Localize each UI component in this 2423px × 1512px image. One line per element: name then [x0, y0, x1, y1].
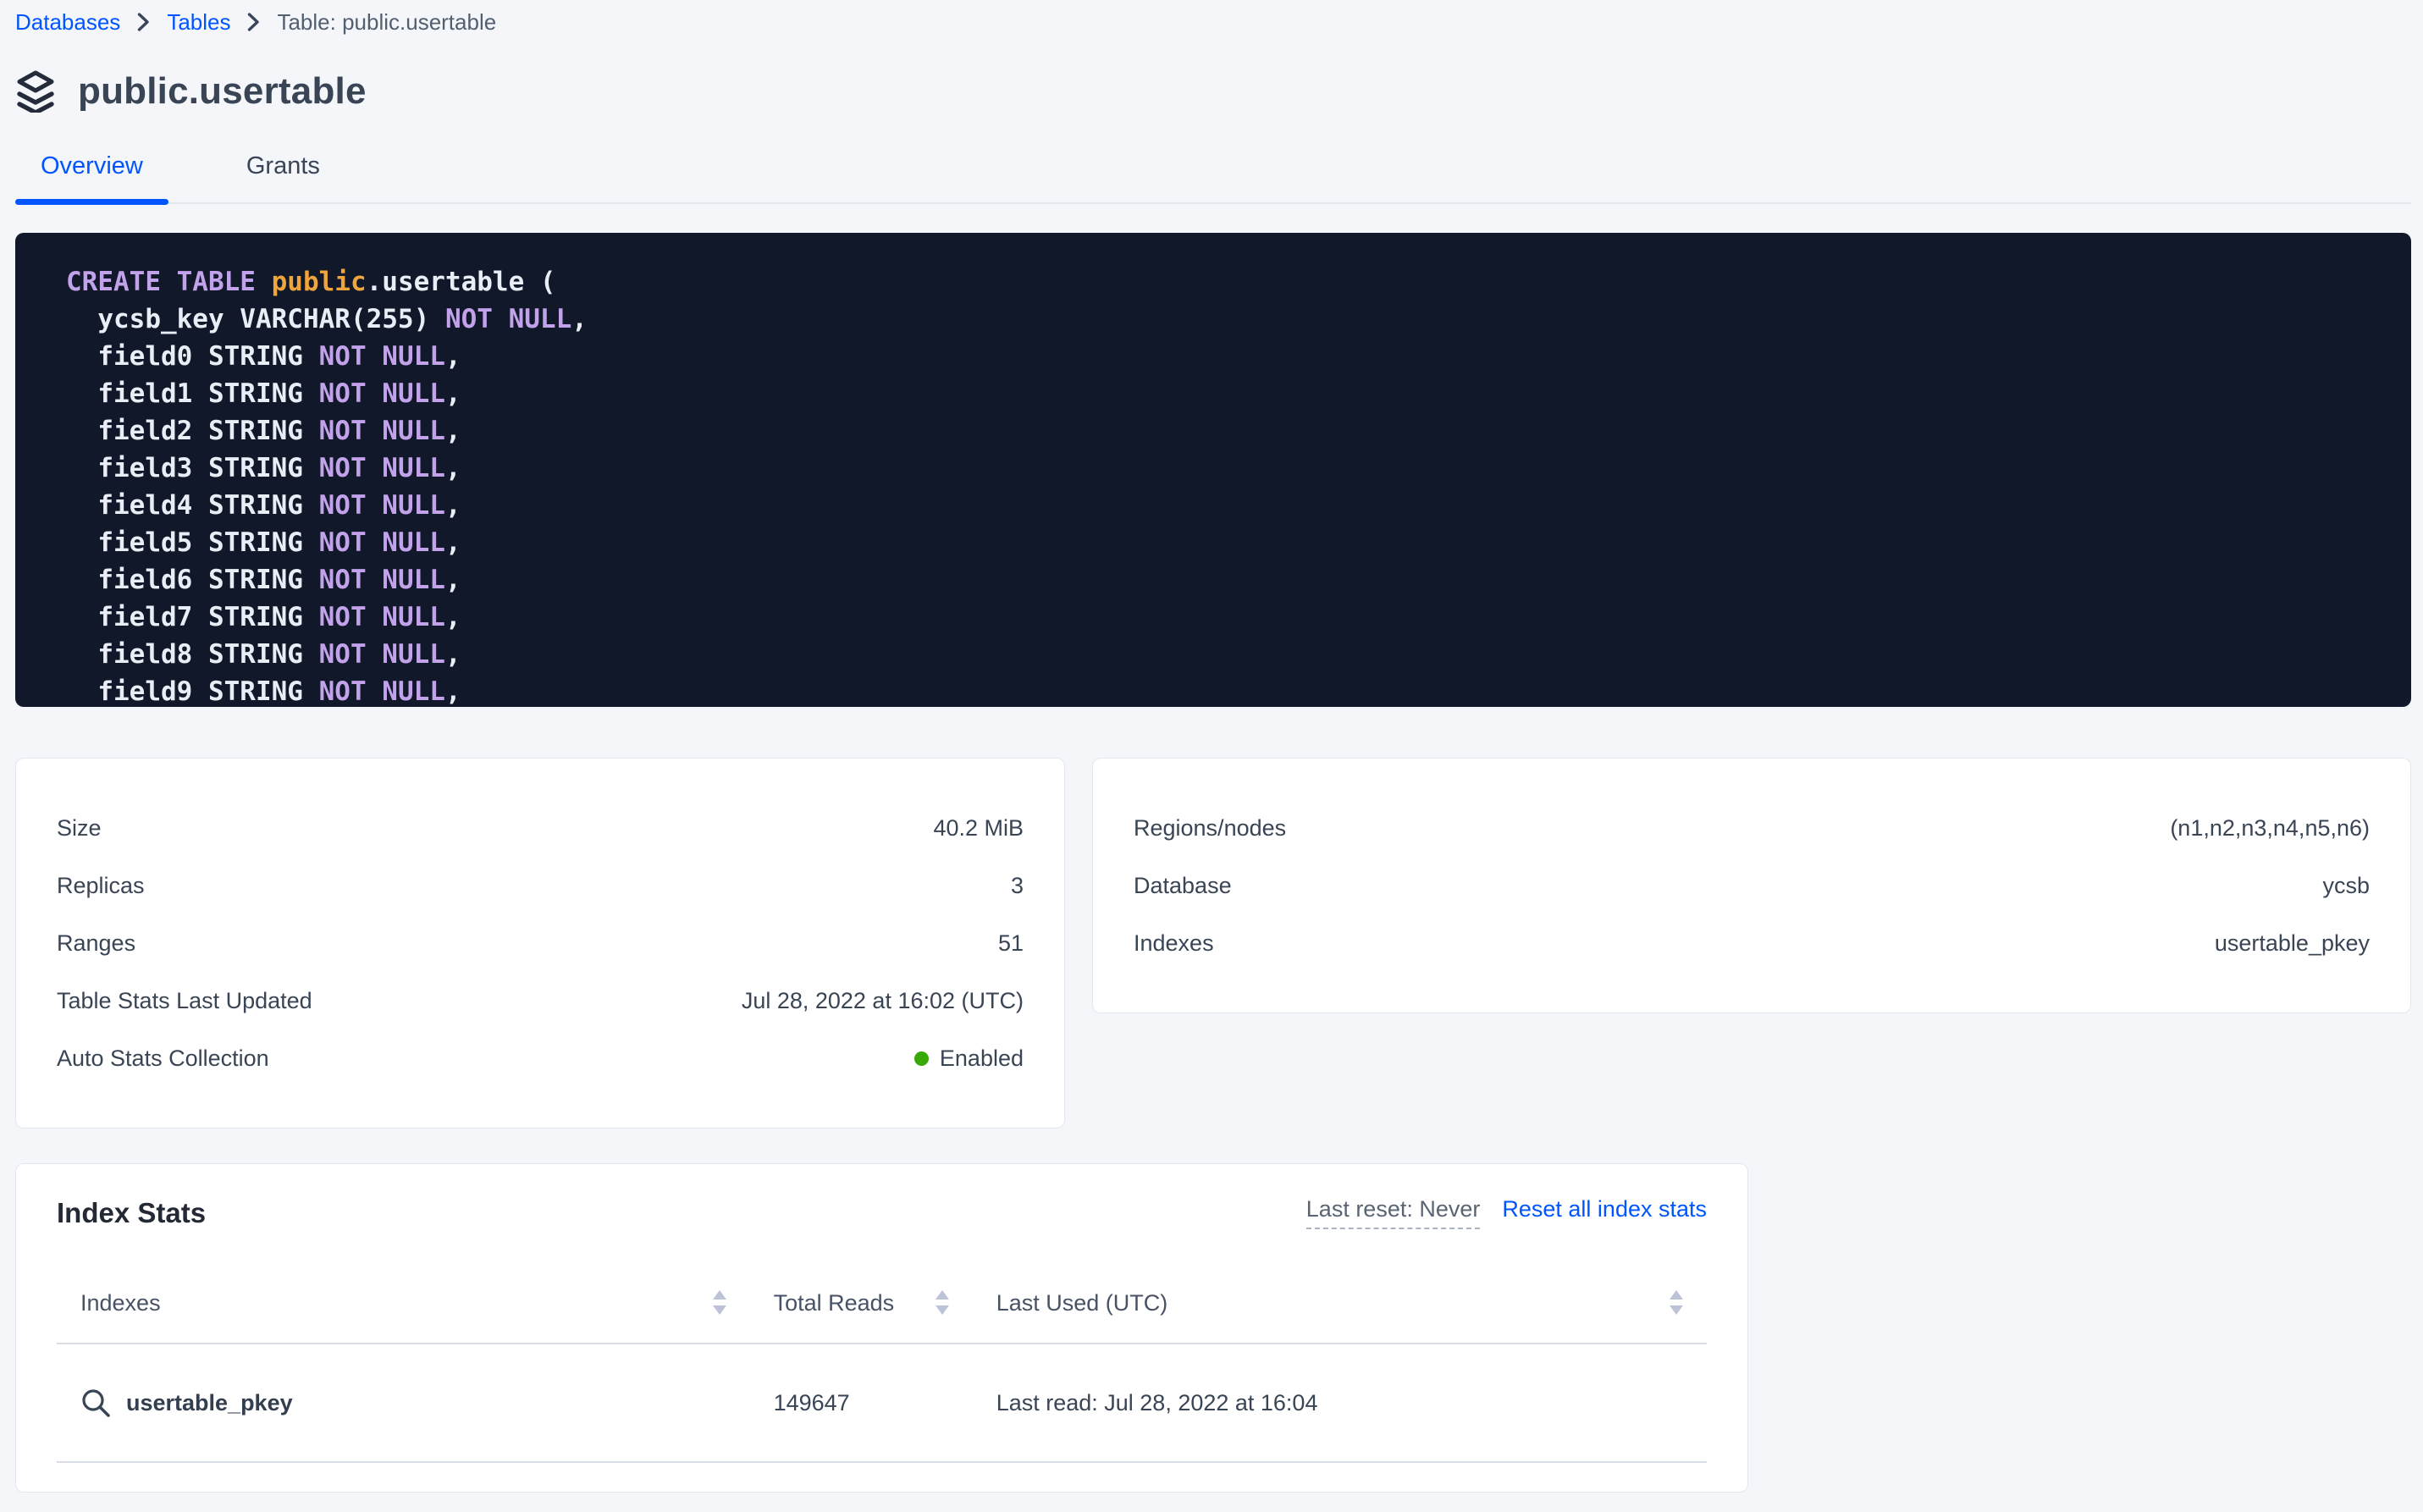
stat-value-text: Jul 28, 2022 at 16:02 (UTC) — [742, 988, 1024, 1014]
stat-label: Indexes — [1134, 930, 1214, 957]
chevron-right-icon — [247, 12, 260, 32]
stat-row-ranges: Ranges 51 — [57, 914, 1024, 972]
breadcrumb-separator — [137, 12, 150, 32]
table-stats-card: Size 40.2 MiB Replicas 3 Ranges 51 Table Stats… — [15, 758, 1065, 1128]
last-used-value: Last read: Jul 28, 2022 at 16:04 — [996, 1390, 1318, 1416]
stat-value-text: ycsb — [2322, 873, 2370, 899]
search-icon — [80, 1388, 111, 1418]
stat-value-text: 51 — [998, 930, 1024, 957]
status-dot — [914, 1051, 929, 1066]
stat-value: ycsb — [2322, 873, 2370, 899]
sql-line: field1 STRING NOT NULL, — [66, 375, 2394, 412]
sql-line: field2 STRING NOT NULL, — [66, 412, 2394, 450]
breadcrumb-link-tables[interactable]: Tables — [167, 9, 230, 36]
stat-row-database: Database ycsb — [1134, 857, 2370, 914]
breadcrumb: Databases Tables Table: public.usertable — [15, 5, 2411, 39]
stat-row-table-stats-last-updated: Table Stats Last Updated Jul 28, 2022 at … — [57, 972, 1024, 1029]
sort-arrows-icon[interactable] — [713, 1290, 726, 1316]
stat-row-auto-stats-collection: Auto Stats Collection Enabled — [57, 1029, 1024, 1087]
sort-arrows-icon[interactable] — [936, 1290, 949, 1316]
column-header-label: Total Reads — [774, 1290, 895, 1316]
stat-row-regions-nodes: Regions/nodes (n1,n2,n3,n4,n5,n6) — [1134, 799, 2370, 857]
stat-value-text: usertable_pkey — [2215, 930, 2370, 957]
tab-overview[interactable]: Overview — [15, 152, 168, 202]
stat-label: Replicas — [57, 873, 145, 899]
breadcrumb-link-databases[interactable]: Databases — [15, 9, 120, 36]
stat-value: 3 — [1011, 873, 1024, 899]
column-header-total-reads[interactable]: Total Reads — [750, 1290, 973, 1316]
tab-grants[interactable]: Grants — [221, 152, 345, 202]
stat-label: Size — [57, 815, 102, 842]
stat-value: Jul 28, 2022 at 16:02 (UTC) — [742, 988, 1024, 1014]
stat-label: Database — [1134, 873, 1232, 899]
sql-line: field8 STRING NOT NULL, — [66, 636, 2394, 673]
column-header-indexes[interactable]: Indexes — [57, 1290, 750, 1316]
page-title: public.usertable — [78, 70, 367, 113]
last-used-cell: Last read: Jul 28, 2022 at 16:04 — [973, 1390, 1707, 1416]
index-stats-card: Index Stats Last reset: Never Reset all … — [15, 1163, 1748, 1493]
index-name[interactable]: usertable_pkey — [126, 1390, 293, 1416]
index-stats-title: Index Stats — [57, 1197, 206, 1229]
stat-value: (n1,n2,n3,n4,n5,n6) — [2170, 815, 2370, 842]
total-reads-value: 149647 — [774, 1390, 850, 1416]
stat-value-text: 40.2 MiB — [933, 815, 1024, 842]
stat-value: Enabled — [914, 1046, 1024, 1072]
stat-label: Ranges — [57, 930, 135, 957]
last-reset-label: Last reset: Never — [1306, 1196, 1481, 1229]
table-info-card: Regions/nodes (n1,n2,n3,n4,n5,n6) Database… — [1092, 758, 2411, 1013]
table-row: usertable_pkey 149647 Last read: Jul 28, 2… — [57, 1344, 1707, 1463]
sql-line: field5 STRING NOT NULL, — [66, 524, 2394, 561]
table-header-row: Indexes Total Reads Last Used (UTC) — [57, 1263, 1707, 1344]
index-name-cell[interactable]: usertable_pkey — [57, 1388, 750, 1418]
stat-value: 40.2 MiB — [933, 815, 1024, 842]
total-reads-cell: 149647 — [750, 1390, 973, 1416]
sql-line: field4 STRING NOT NULL, — [66, 487, 2394, 524]
column-header-label: Indexes — [80, 1290, 161, 1316]
breadcrumb-current: Table: public.usertable — [277, 9, 496, 36]
detail-cards: Size 40.2 MiB Replicas 3 Ranges 51 Table Stats… — [15, 758, 2411, 1128]
column-header-label: Last Used (UTC) — [996, 1290, 1168, 1316]
stat-value-text: Enabled — [940, 1046, 1024, 1072]
table-details-page: Databases Tables Table: public.usertable… — [0, 0, 2423, 1493]
stat-value: usertable_pkey — [2215, 930, 2370, 957]
sql-line: ycsb_key VARCHAR(255) NOT NULL, — [66, 301, 2394, 338]
stat-label: Table Stats Last Updated — [57, 988, 312, 1014]
sql-line: CREATE TABLE public.usertable ( — [66, 263, 2394, 301]
stat-value-text: (n1,n2,n3,n4,n5,n6) — [2170, 815, 2370, 842]
stat-row-indexes: Indexes usertable_pkey — [1134, 914, 2370, 972]
chevron-right-icon — [137, 12, 150, 32]
stat-label: Regions/nodes — [1134, 815, 1286, 842]
reset-index-stats-link[interactable]: Reset all index stats — [1502, 1196, 1707, 1222]
sql-line: field0 STRING NOT NULL, — [66, 338, 2394, 375]
tab-bar: Overview Grants — [15, 152, 2411, 204]
stat-row-size: Size 40.2 MiB — [57, 799, 1024, 857]
sql-line: field6 STRING NOT NULL, — [66, 561, 2394, 599]
index-stats-table: Indexes Total Reads Last Used (UTC) user… — [57, 1263, 1707, 1463]
sort-arrows-icon[interactable] — [1670, 1290, 1683, 1316]
breadcrumb-separator — [247, 12, 260, 32]
stack-icon — [15, 70, 56, 113]
create-table-statement: CREATE TABLE public.usertable ( ycsb_key… — [15, 233, 2411, 707]
stat-value-text: 3 — [1011, 873, 1024, 899]
stat-row-replicas: Replicas 3 — [57, 857, 1024, 914]
index-stats-header: Index Stats Last reset: Never Reset all … — [57, 1196, 1707, 1229]
sql-line: field3 STRING NOT NULL, — [66, 450, 2394, 487]
page-header: public.usertable — [15, 64, 2411, 119]
column-header-last-used-utc-[interactable]: Last Used (UTC) — [973, 1290, 1707, 1316]
stat-value: 51 — [998, 930, 1024, 957]
sql-line: field7 STRING NOT NULL, — [66, 599, 2394, 636]
sql-line: field9 STRING NOT NULL, — [66, 673, 2394, 707]
stat-label: Auto Stats Collection — [57, 1046, 269, 1072]
